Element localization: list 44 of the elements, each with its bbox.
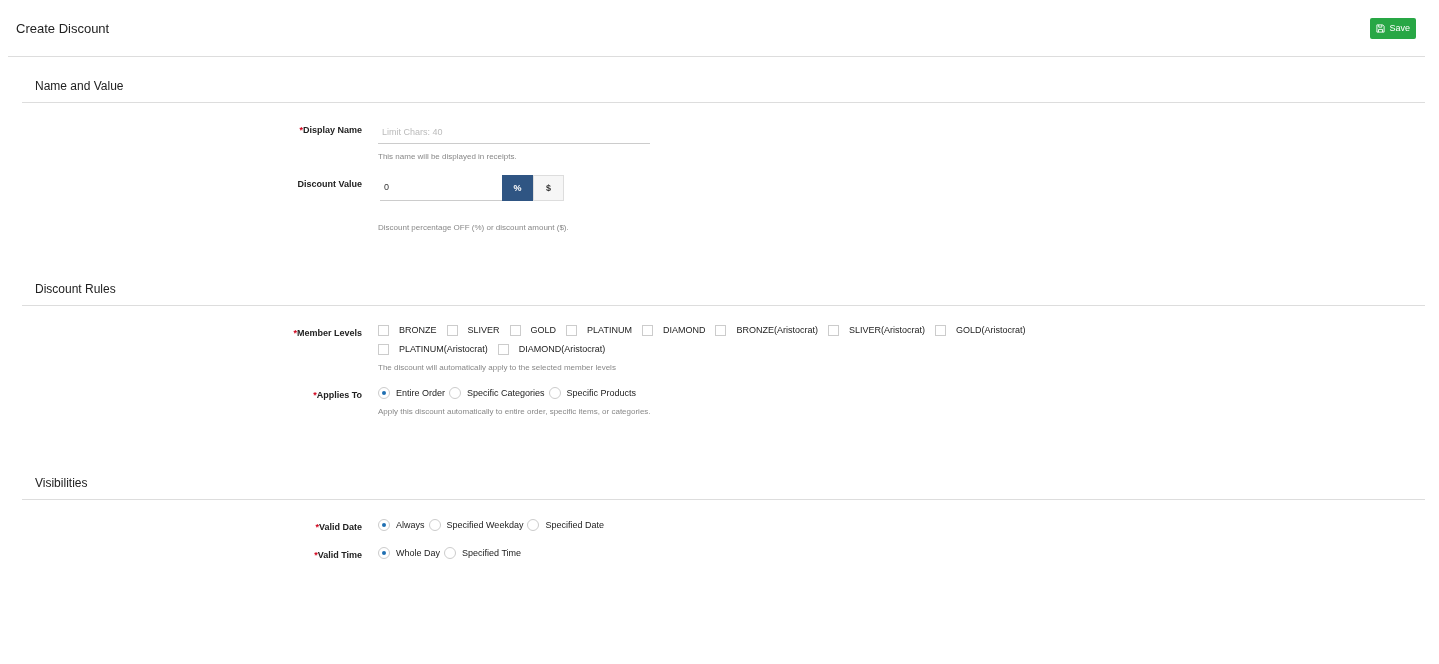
field-label: *Applies To bbox=[312, 388, 362, 402]
checkbox-label: PLATINUM(Aristocrat) bbox=[399, 344, 488, 354]
field-label: *Display Name bbox=[298, 124, 362, 137]
radio-label: Whole Day bbox=[396, 547, 440, 558]
section-title: Discount Rules bbox=[22, 259, 1425, 306]
section-title: Name and Value bbox=[22, 57, 1425, 103]
radio-label: Always bbox=[396, 519, 425, 530]
field-label: *Valid Date bbox=[314, 520, 362, 532]
checkbox[interactable] bbox=[497, 343, 509, 355]
checkbox[interactable] bbox=[378, 343, 389, 355]
page-title: Create Discount bbox=[16, 20, 110, 36]
checkbox-label: BRONZE(Aristocrat) bbox=[736, 325, 818, 335]
checkbox-label: SLIVER bbox=[467, 325, 500, 335]
help-text: This name will be displayed in receipts. bbox=[378, 151, 518, 161]
checkbox[interactable] bbox=[509, 324, 521, 336]
checkbox-label: GOLD(Aristocrat) bbox=[955, 325, 1026, 335]
help-text: Apply this discount automatically to entire order, specific items, or categories. bbox=[378, 406, 652, 416]
checkbox[interactable] bbox=[934, 324, 946, 336]
checkbox[interactable] bbox=[446, 324, 458, 336]
field-label: *Valid Time bbox=[313, 548, 362, 560]
radio-label: Specific Categories bbox=[467, 387, 545, 398]
checkbox-label: DIAMOND(Aristocrat) bbox=[518, 344, 606, 354]
radio-label: Entire Order bbox=[396, 387, 446, 398]
field-label: Discount Value bbox=[296, 177, 362, 191]
help-text: Discount percentage OFF (%) or discount amount ($). bbox=[378, 221, 570, 232]
unit-toggle-button[interactable]: % bbox=[502, 174, 533, 201]
radio-label: Specified Date bbox=[545, 519, 604, 530]
checkbox-label: PLATINUM bbox=[587, 325, 632, 335]
checkbox-label: DIAMOND bbox=[662, 325, 706, 335]
checkbox[interactable] bbox=[566, 324, 578, 336]
radio-label: Specified Weekday bbox=[446, 519, 524, 530]
checkbox-label: SLIVER(Aristocrat) bbox=[848, 325, 925, 335]
unit-toggle-button[interactable]: $ bbox=[533, 174, 564, 201]
radio-label: Specific Products bbox=[566, 387, 637, 398]
checkbox[interactable] bbox=[715, 324, 727, 336]
section-title: Visibilities bbox=[22, 453, 1425, 500]
checkbox-label: GOLD bbox=[530, 325, 557, 335]
field-label: *Member Levels bbox=[292, 326, 362, 340]
checkbox-label: BRONZE bbox=[399, 325, 437, 335]
checkbox[interactable] bbox=[378, 324, 389, 336]
radio-label: Specified Time bbox=[462, 547, 522, 558]
help-text: The discount will automatically apply to the selected member levels bbox=[378, 362, 617, 372]
checkbox[interactable] bbox=[827, 324, 839, 336]
checkbox[interactable] bbox=[641, 324, 653, 336]
